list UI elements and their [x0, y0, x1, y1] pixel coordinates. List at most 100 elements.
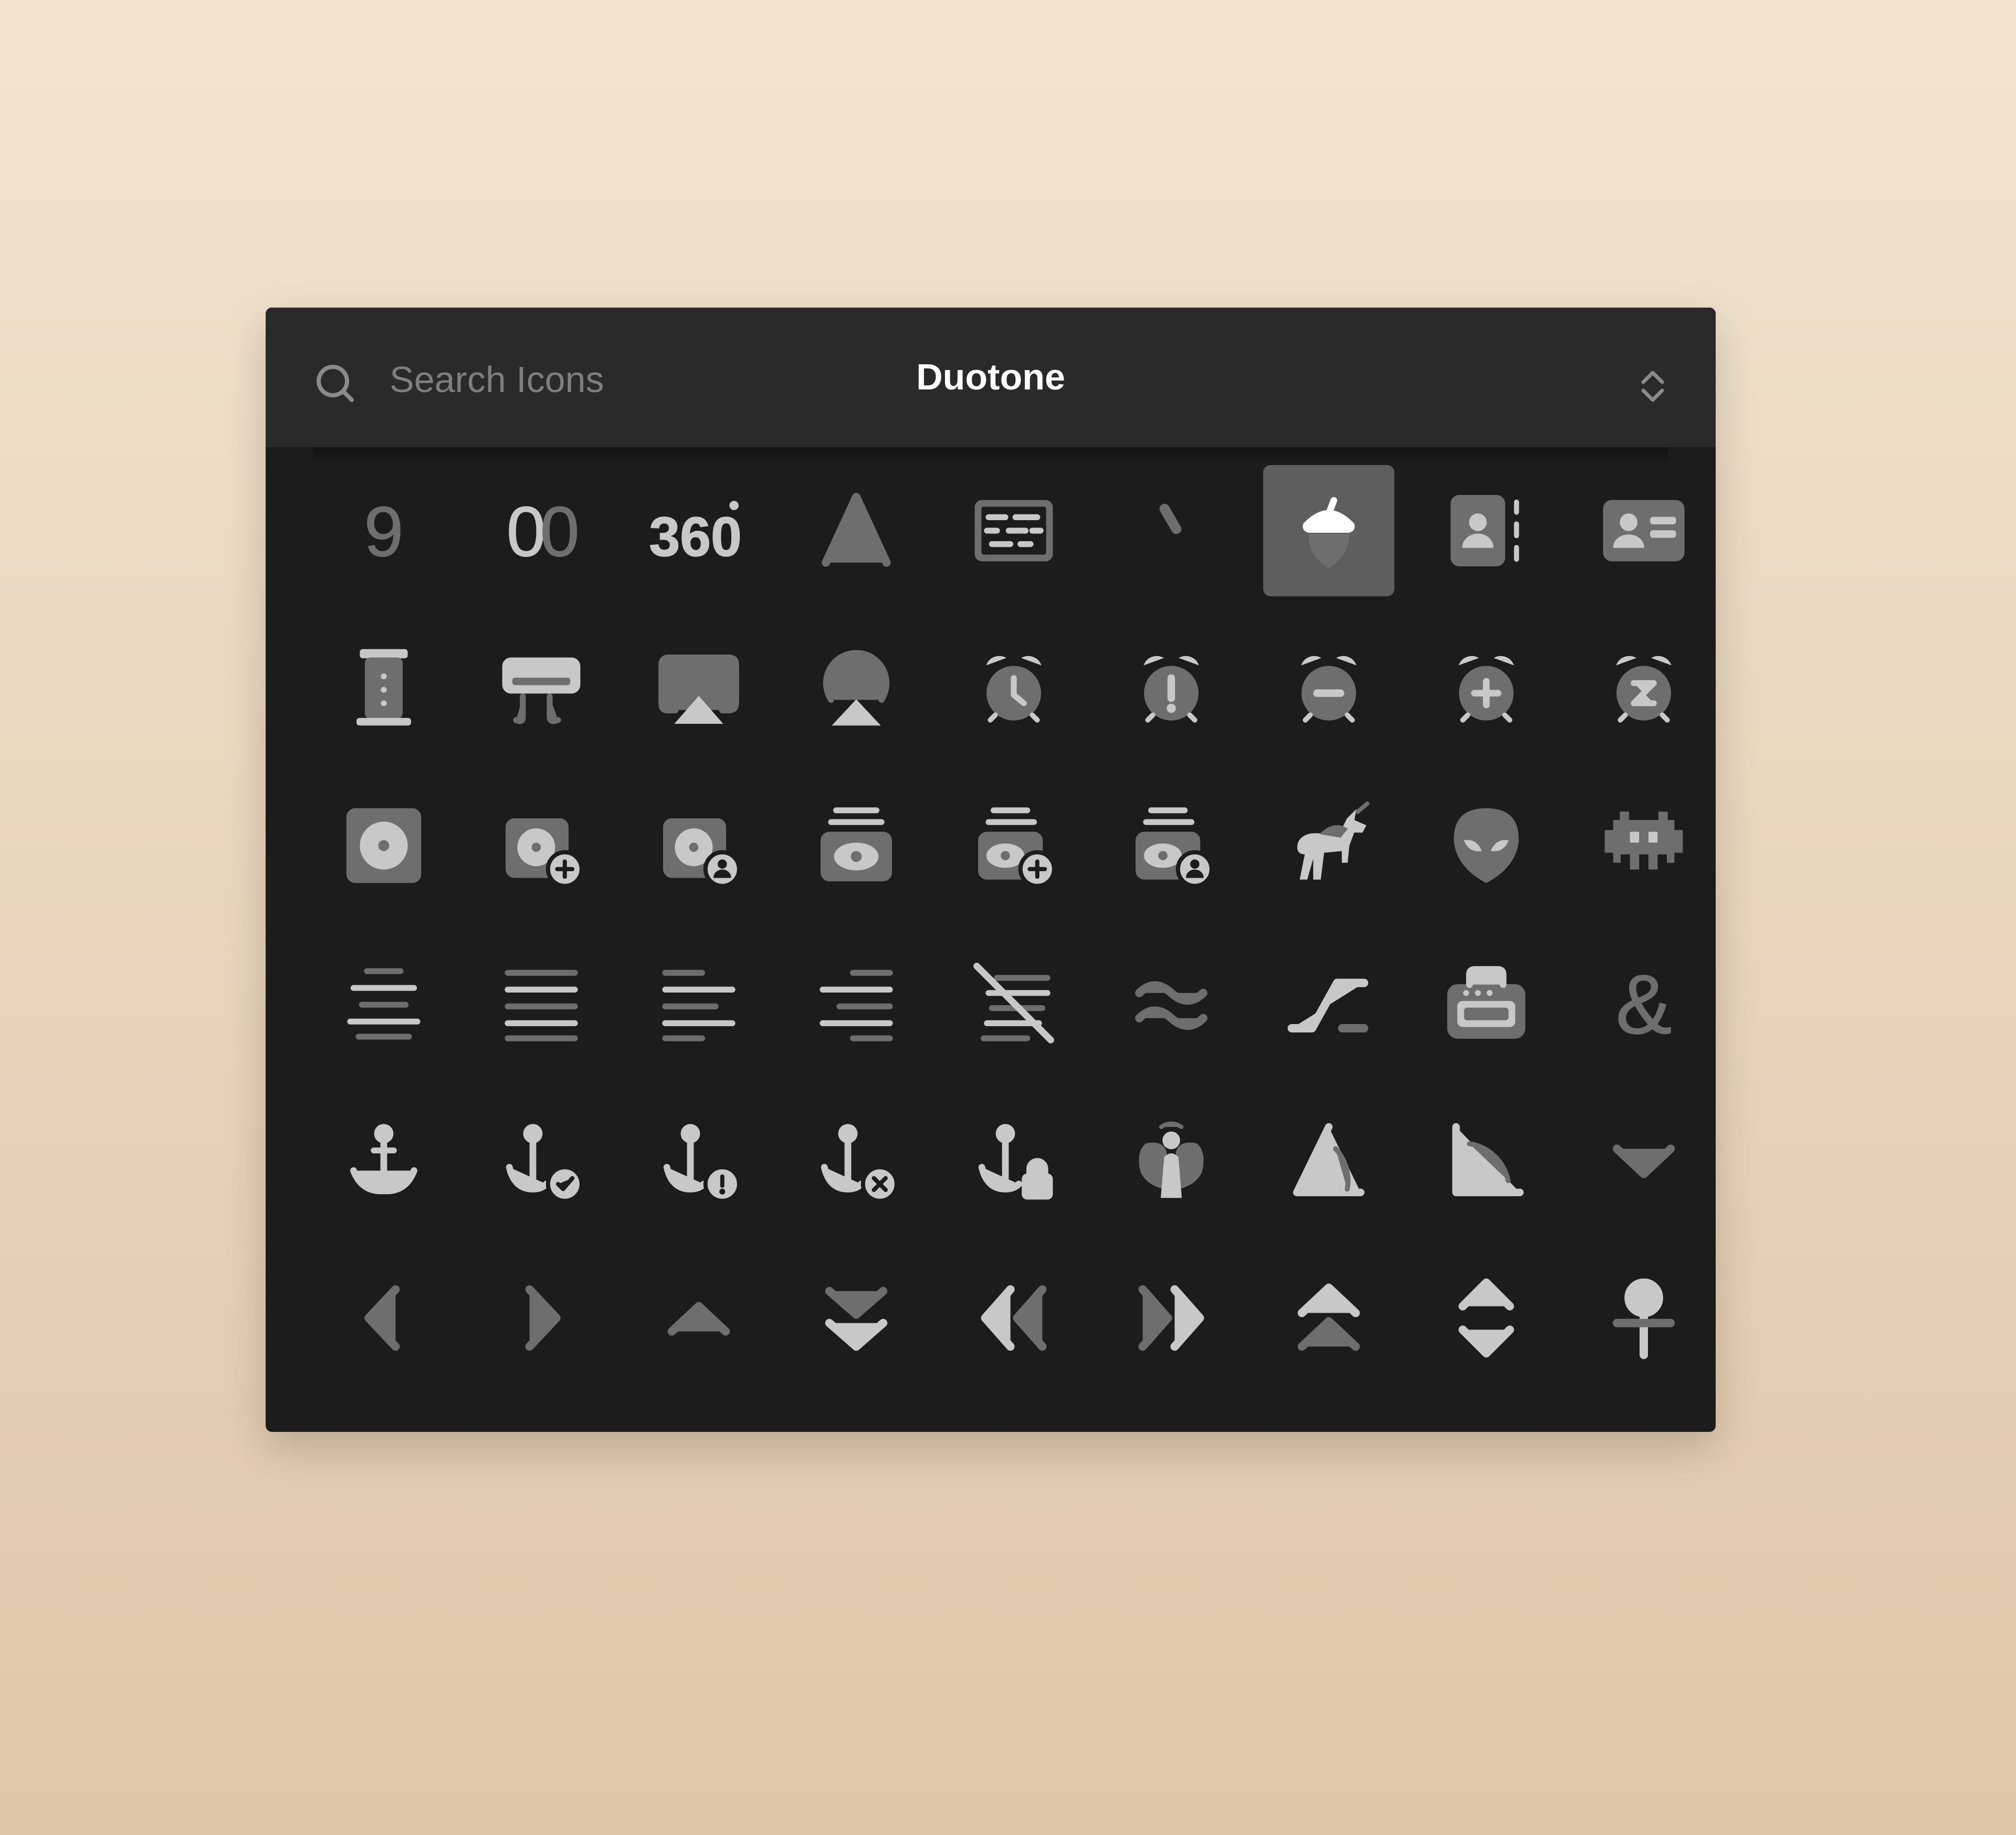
icon-tile-alien[interactable] — [1421, 780, 1552, 911]
ankh-icon — [1612, 1278, 1675, 1359]
icon-tile-anchor-circle-exclamation[interactable] — [633, 1095, 764, 1226]
svg-text:360: 360 — [649, 506, 742, 568]
icon-tile-album[interactable] — [318, 780, 449, 911]
alarm-plus-icon — [1458, 656, 1514, 723]
album-circle-plus-icon — [506, 818, 584, 888]
icon-tile-airplay[interactable] — [633, 623, 764, 754]
search-icon — [317, 365, 354, 402]
alt-icon — [1287, 978, 1369, 1032]
icon-tile-ampersand[interactable]: & — [1578, 937, 1709, 1069]
icon-tile-alicorn[interactable] — [1263, 780, 1394, 911]
amp-guitar-icon — [1447, 966, 1526, 1039]
icon-tile-angle-up[interactable] — [633, 1252, 764, 1384]
icon-tile-album-collection-circle-user[interactable] — [1106, 780, 1237, 911]
header-shadow — [313, 447, 1668, 463]
angles-down-icon — [825, 1286, 888, 1351]
icon-tile-anchor[interactable] — [318, 1095, 449, 1226]
icon-tile-angles-up[interactable] — [1263, 1252, 1394, 1384]
anchor-lock-icon — [978, 1124, 1053, 1200]
icon-tile-alarm-clock[interactable] — [948, 623, 1079, 754]
icon-grid: 9 0 0 360 & — [318, 465, 1716, 1410]
abacus-icon — [974, 500, 1053, 562]
chevron-up-down-icon[interactable] — [1637, 365, 1668, 407]
icon-tile-align-justify[interactable] — [476, 937, 607, 1069]
align-center-icon — [347, 968, 421, 1040]
airplay-icon — [658, 655, 739, 724]
anchor-circle-exclamation-icon — [663, 1124, 741, 1203]
icon-tile-album-circle-user[interactable] — [633, 780, 764, 911]
icon-tile-nine[interactable]: 9 — [318, 465, 449, 596]
icon-tile-angles-right[interactable] — [1106, 1252, 1237, 1384]
align-left-icon — [662, 969, 736, 1041]
icon-tile-alarm-plus[interactable] — [1421, 623, 1552, 754]
angle-right-icon — [525, 1285, 561, 1351]
ampersand-icon: & — [1615, 957, 1672, 1052]
angle-icon — [1293, 1123, 1364, 1196]
icon-tile-air-conditioner[interactable] — [476, 623, 607, 754]
icon-tile-album-collection-circle-plus[interactable] — [948, 780, 1079, 911]
icon-tile-ankh[interactable] — [1578, 1252, 1709, 1384]
anchor-circle-check-icon — [506, 1124, 584, 1203]
icon-tile-album-circle-plus[interactable] — [476, 780, 607, 911]
letter-a-icon — [822, 493, 891, 567]
angle-90-icon — [1452, 1123, 1524, 1196]
alarm-snooze-icon — [1616, 656, 1672, 723]
icon-tile-align-center[interactable] — [318, 937, 449, 1069]
icon-tile-address-card[interactable] — [1578, 465, 1709, 596]
icon-tile-align-slash[interactable] — [948, 937, 1079, 1069]
icon-tile-acorn[interactable] — [1263, 465, 1394, 596]
angle-up-icon — [667, 1302, 730, 1336]
icon-tile-amp-guitar[interactable] — [1421, 937, 1552, 1069]
icon-tile-anchor-circle-check[interactable] — [476, 1095, 607, 1226]
icon-tile-alarm-snooze[interactable] — [1578, 623, 1709, 754]
search-input[interactable] — [390, 356, 862, 403]
icon-tile-angle-right[interactable] — [476, 1252, 607, 1384]
icon-tile-letter-a[interactable] — [791, 465, 922, 596]
album-circle-user-icon — [663, 818, 741, 888]
icon-tile-three-sixty[interactable]: 360 — [633, 465, 764, 596]
icon-tile-angle[interactable] — [1263, 1095, 1394, 1226]
icon-tile-almost-equal-to[interactable] — [1106, 937, 1237, 1069]
icon-tile-angle-left[interactable] — [318, 1252, 449, 1384]
icon-tile-align-left[interactable] — [633, 937, 764, 1069]
alicorn-icon — [1297, 802, 1370, 880]
icon-tile-zero-zero[interactable]: 00 — [476, 465, 607, 596]
svg-text:9: 9 — [364, 492, 404, 571]
icon-tile-alarm-broadcast[interactable] — [791, 623, 922, 754]
icon-tile-alien-8bit[interactable] — [1578, 780, 1709, 911]
alarm-broadcast-icon — [823, 650, 890, 726]
alarm-minus-icon — [1301, 656, 1357, 723]
align-justify-icon — [505, 969, 578, 1041]
icon-tile-address-book[interactable] — [1421, 465, 1552, 596]
angle-left-icon — [364, 1285, 400, 1351]
icon-tile-angles-down[interactable] — [791, 1252, 922, 1384]
alarm-exclamation-icon — [1143, 656, 1199, 723]
album-collection-circle-plus-icon — [978, 807, 1056, 888]
icon-tile-angel[interactable] — [1106, 1095, 1237, 1226]
zero-zero-icon: 00 — [506, 492, 580, 572]
icon-tile-angle-down[interactable] — [1578, 1095, 1709, 1226]
icon-tile-aeropress[interactable] — [318, 623, 449, 754]
icon-tile-alarm-exclamation[interactable] — [1106, 623, 1237, 754]
icon-tile-alt[interactable] — [1263, 937, 1394, 1069]
address-card-icon — [1603, 500, 1685, 562]
icon-tile-angle-90[interactable] — [1421, 1095, 1552, 1226]
accent-grave-icon — [1159, 503, 1182, 534]
align-right-icon — [820, 969, 893, 1041]
icon-tile-angles-left[interactable] — [948, 1252, 1079, 1384]
icon-picker-panel: Duotone 9 00 360 & — [266, 308, 1716, 1432]
icon-tile-anchor-lock[interactable] — [948, 1095, 1079, 1226]
icon-tile-accent-grave[interactable] — [1106, 465, 1237, 596]
angles-up-down-icon — [1458, 1278, 1514, 1358]
icon-tile-alarm-minus[interactable] — [1263, 623, 1394, 754]
alien-8bit-icon — [1604, 811, 1683, 870]
align-slash-icon — [973, 963, 1054, 1043]
icon-tile-abacus[interactable] — [948, 465, 1079, 596]
icon-tile-angles-up-down[interactable] — [1421, 1252, 1552, 1384]
picker-header: Duotone — [266, 308, 1716, 447]
icon-tile-album-collection[interactable] — [791, 780, 922, 911]
icon-tile-anchor-circle-xmark[interactable] — [791, 1095, 922, 1226]
angles-up-icon — [1297, 1283, 1360, 1351]
album-icon — [346, 808, 422, 883]
icon-tile-align-right[interactable] — [791, 937, 922, 1069]
